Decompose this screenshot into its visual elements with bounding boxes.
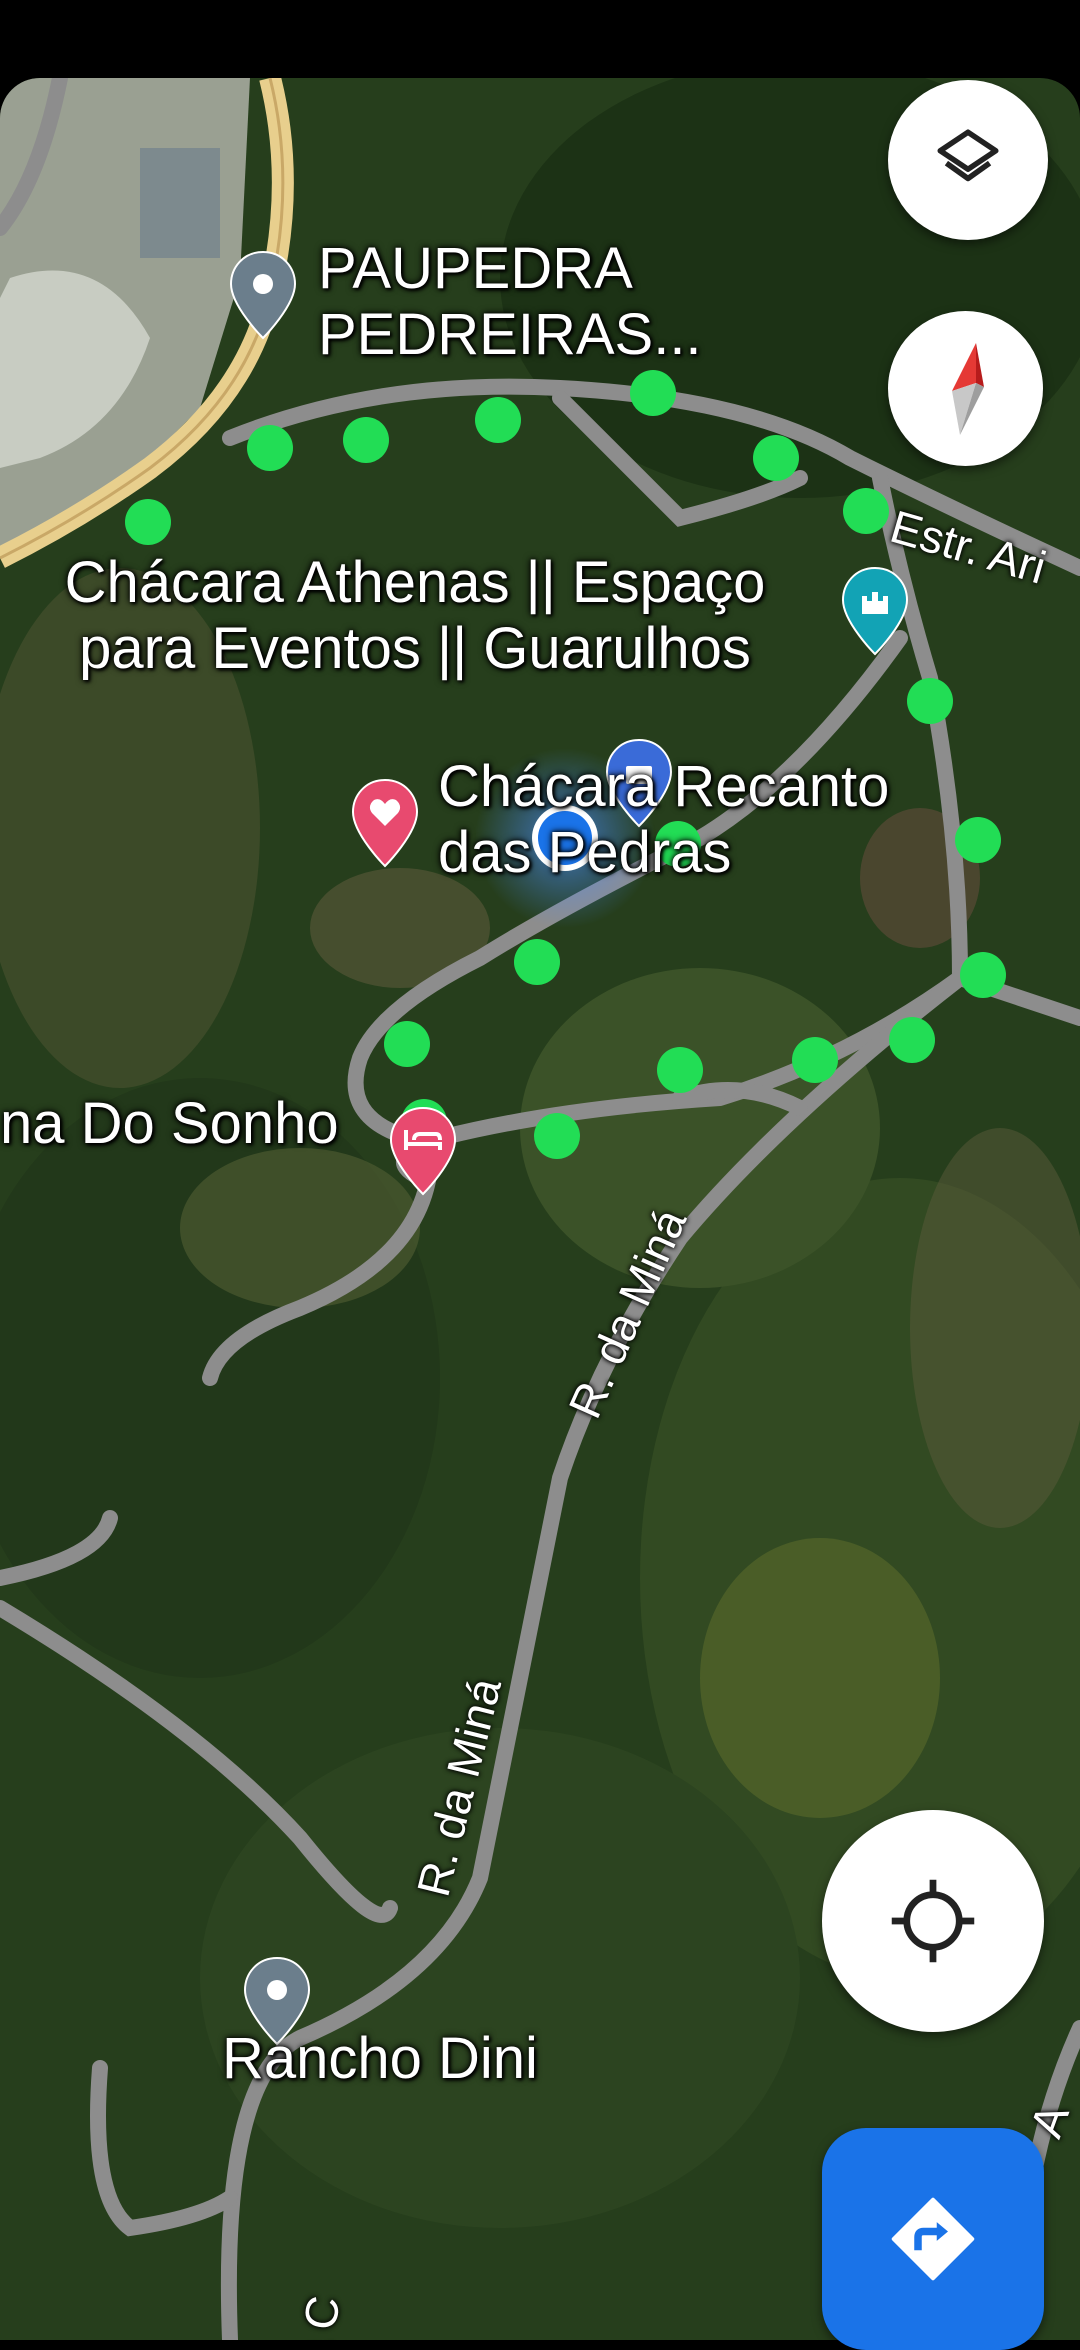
route-dot bbox=[514, 939, 560, 985]
my-location-button[interactable] bbox=[822, 1810, 1044, 2032]
place-pin-icon[interactable] bbox=[228, 250, 298, 340]
route-dot bbox=[534, 1113, 580, 1159]
directions-icon bbox=[891, 2197, 975, 2281]
route-dot bbox=[384, 1021, 430, 1067]
map-view[interactable]: PAUPEDRA PEDREIRAS... Chácara Athenas ||… bbox=[0, 78, 1080, 2340]
place-label-line: PAUPEDRA bbox=[318, 236, 633, 301]
route-dot bbox=[753, 435, 799, 481]
heart-pin-icon[interactable] bbox=[350, 778, 420, 868]
route-dot bbox=[247, 425, 293, 471]
route-dot bbox=[343, 417, 389, 463]
layers-icon bbox=[937, 129, 999, 182]
route-dot bbox=[843, 488, 889, 534]
castle-pin-icon[interactable] bbox=[840, 566, 910, 656]
hotel-pin-icon[interactable] bbox=[388, 1106, 458, 1196]
place-label-paupedra[interactable]: PAUPEDRA PEDREIRAS... bbox=[318, 236, 702, 368]
route-dot bbox=[657, 1047, 703, 1093]
place-label-line: Chácara Athenas || Espaço bbox=[64, 550, 766, 615]
place-label-sonho[interactable]: na Do Sonho bbox=[0, 1091, 339, 1157]
crosshair-icon bbox=[891, 1879, 975, 1963]
route-dot bbox=[955, 817, 1001, 863]
route-dot bbox=[630, 370, 676, 416]
route-dot bbox=[960, 952, 1006, 998]
place-label-rancho[interactable]: Rancho Dini bbox=[222, 2026, 538, 2092]
route-dot bbox=[792, 1037, 838, 1083]
route-dot bbox=[907, 678, 953, 724]
place-label-line: das Pedras bbox=[438, 820, 732, 885]
place-label-line: para Eventos || Guarulhos bbox=[79, 616, 751, 681]
place-label-recanto[interactable]: Chácara Recanto das Pedras bbox=[438, 754, 889, 886]
place-label-line: Chácara Recanto bbox=[438, 754, 890, 819]
directions-button[interactable] bbox=[822, 2128, 1044, 2350]
route-dot bbox=[889, 1017, 935, 1063]
place-label-line: PEDREIRAS... bbox=[318, 302, 702, 367]
layers-button[interactable] bbox=[888, 80, 1048, 240]
route-dot bbox=[125, 499, 171, 545]
place-label-athenas[interactable]: Chácara Athenas || Espaço para Eventos |… bbox=[2, 550, 828, 682]
route-dot bbox=[475, 397, 521, 443]
compass-button[interactable] bbox=[888, 311, 1043, 466]
compass-icon bbox=[951, 342, 984, 435]
